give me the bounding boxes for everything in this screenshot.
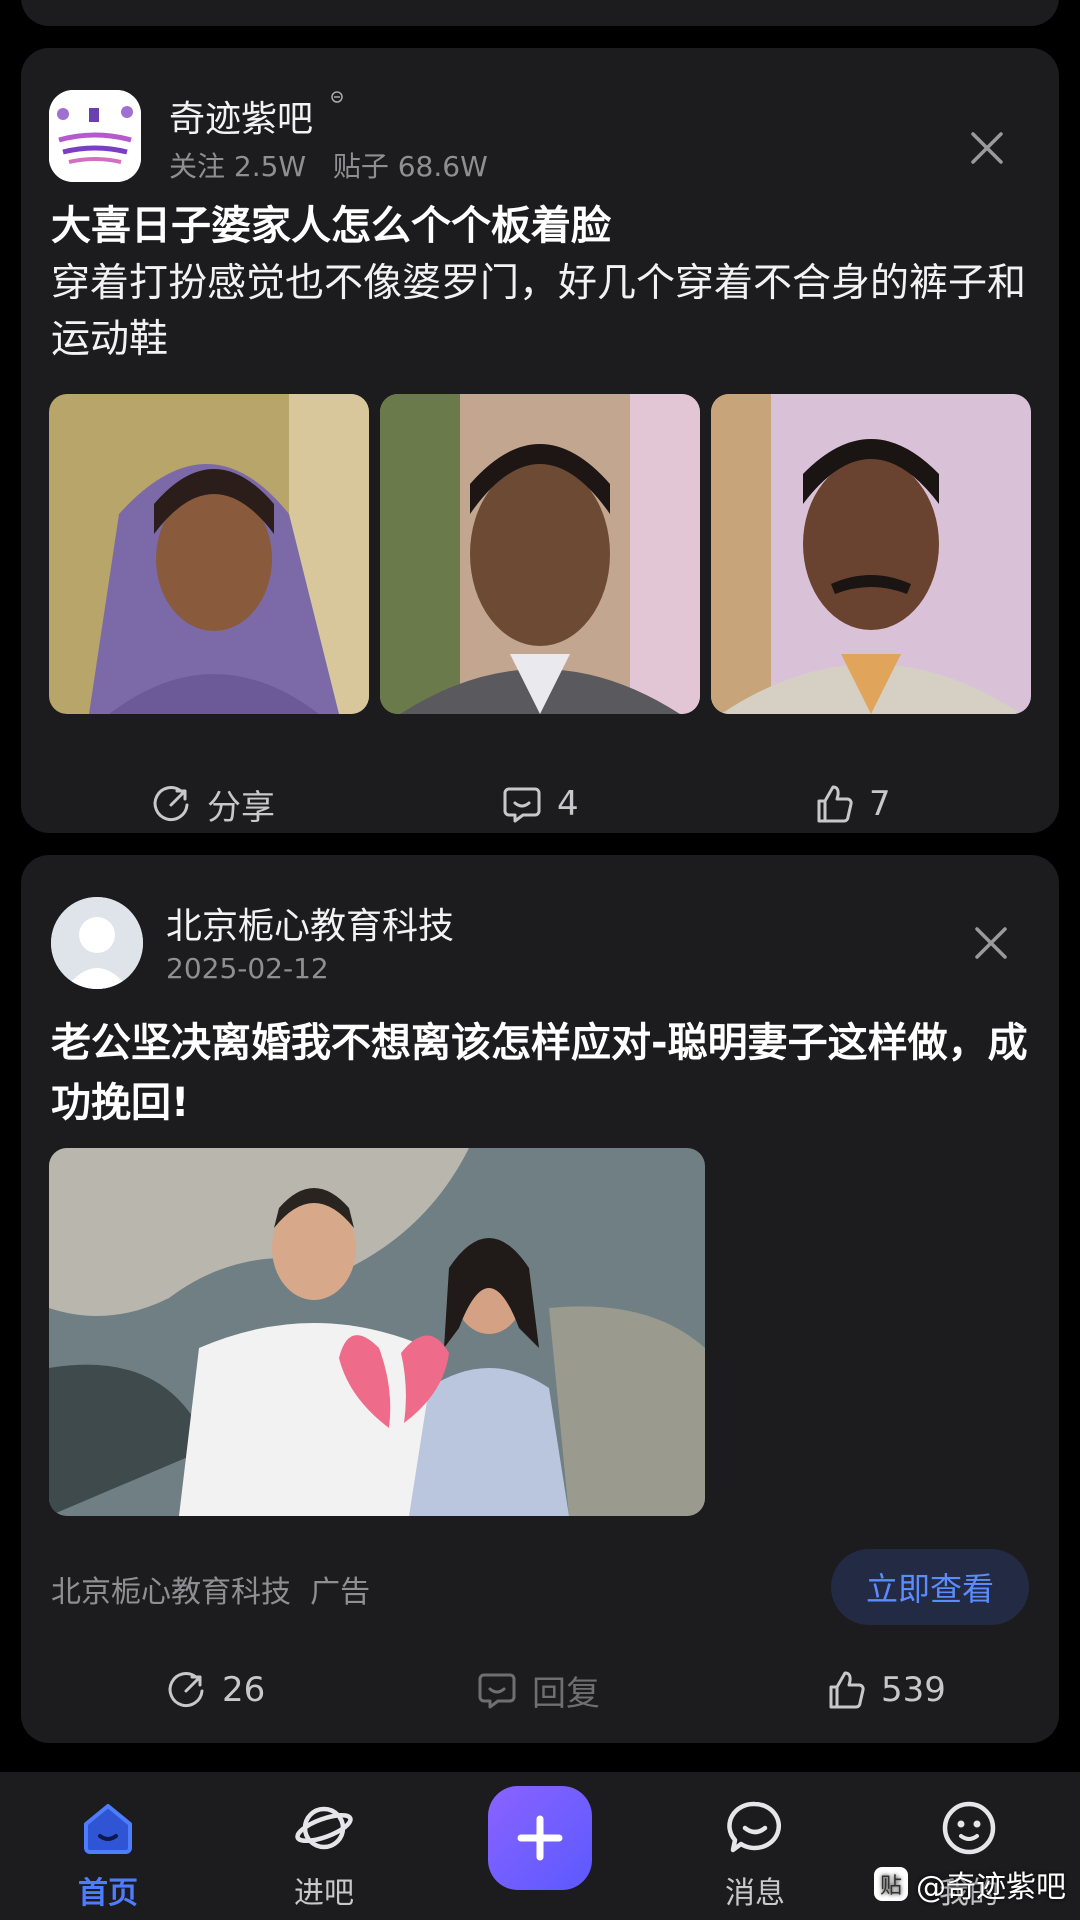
tab-messages[interactable]: 消息 (685, 1772, 825, 1920)
ad-post-card[interactable]: 北京栀心教育科技 2025-02-12 老公坚决离婚我不想离该怎样应对-聪明妻子… (21, 855, 1059, 1743)
post-image[interactable] (711, 394, 1031, 714)
ad-image[interactable] (49, 1148, 705, 1516)
share-button[interactable]: 26 (166, 1660, 265, 1720)
comment-button[interactable]: 4 (501, 774, 579, 834)
post-image[interactable] (380, 394, 700, 714)
planet-icon (295, 1806, 353, 1850)
post-card[interactable]: 奇迹紫吧 关注 2.5W 贴子 68.6W 大喜日子婆家人怎么个个板着脸 穿着打… (21, 48, 1059, 833)
home-icon (84, 1804, 132, 1854)
post-image[interactable] (49, 394, 369, 714)
post-date: 2025-02-12 (166, 952, 329, 985)
share-icon (153, 786, 189, 822)
post-actions: 分享 4 7 (21, 774, 1059, 834)
thumbs-up-icon (817, 785, 853, 823)
plus-icon (517, 1815, 563, 1861)
like-button[interactable]: 7 (813, 774, 891, 834)
advertiser-name[interactable]: 北京栀心教育科技 (166, 897, 454, 949)
profile-face-icon (942, 1801, 996, 1855)
forum-avatar[interactable] (49, 90, 141, 182)
reply-button[interactable]: 回复 (476, 1660, 600, 1720)
post-title[interactable]: 老公坚决离婚我不想离该怎样应对-聪明妻子这样做，成功挽回! (51, 1013, 1029, 1133)
thumbs-up-icon (829, 1671, 865, 1709)
forum-name[interactable]: 奇迹紫吧 (169, 90, 344, 142)
share-icon (168, 1672, 204, 1708)
close-icon[interactable] (967, 128, 1007, 168)
avatar[interactable] (51, 897, 143, 989)
like-button[interactable]: 539 (825, 1660, 946, 1720)
comment-icon (503, 787, 541, 823)
watermark: 贴 @奇迹紫吧 (874, 1862, 1066, 1906)
post-body[interactable]: 穿着打扮感觉也不像婆罗门，好几个穿着不合身的裤子和运动鞋 (51, 256, 1029, 368)
posts-count: 贴子 68.6W (332, 150, 488, 183)
ad-tag: 广告 (310, 1575, 371, 1610)
ad-source: 北京栀心教育科技 广告 (51, 1575, 371, 1610)
post-actions: 26 回复 539 (21, 1660, 1059, 1720)
followers-count: 关注 2.5W (169, 150, 307, 183)
tieba-logo-icon: 贴 (874, 1867, 908, 1901)
comment-icon (478, 1673, 516, 1709)
view-now-button[interactable]: 立即查看 (831, 1549, 1029, 1625)
tab-home[interactable]: 首页 (38, 1772, 178, 1920)
close-icon[interactable] (971, 923, 1011, 963)
message-icon (727, 1801, 781, 1853)
tab-explore[interactable]: 进吧 (254, 1772, 394, 1920)
share-button[interactable]: 分享 (151, 774, 275, 834)
forum-badge-icon (331, 91, 344, 103)
post-title[interactable]: 大喜日子婆家人怎么个个板着脸 (51, 196, 611, 256)
forum-stats: 关注 2.5W 贴子 68.6W (169, 145, 488, 185)
create-post-button[interactable] (488, 1786, 592, 1890)
previous-post-card (21, 0, 1059, 26)
